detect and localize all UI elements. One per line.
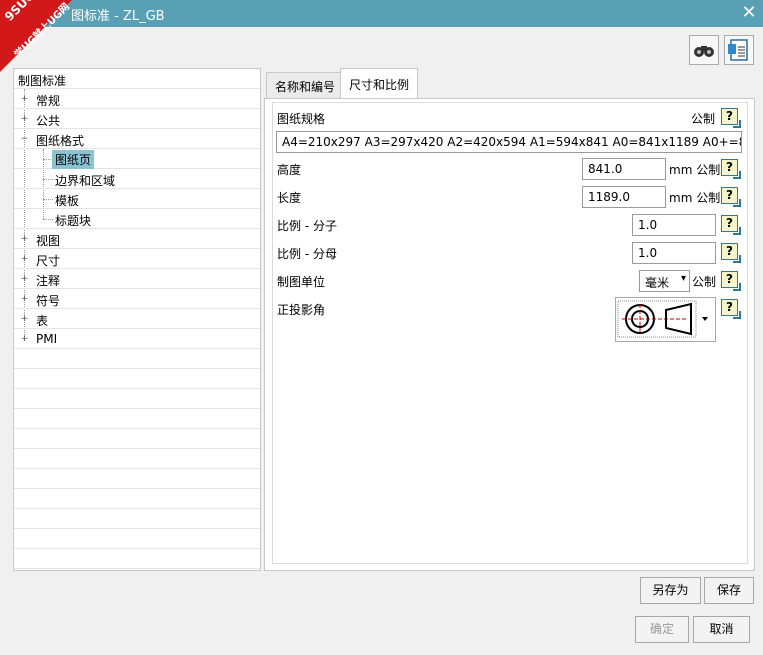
tree-item-label: 图纸格式: [36, 134, 85, 148]
sheet-spec-input[interactable]: A4=210x297 A3=297x420 A2=420x594 A1=594x…: [276, 131, 742, 153]
tree-item-symbol[interactable]: + 符号: [14, 289, 260, 309]
close-icon[interactable]: ✕: [738, 2, 760, 24]
tree-item-label: 常规: [36, 94, 61, 108]
expand-icon[interactable]: +: [20, 115, 29, 124]
tree-item-title-block[interactable]: 标题块: [14, 209, 260, 229]
help-icon[interactable]: ?: [721, 108, 741, 128]
tree-item-label: 表: [36, 314, 49, 328]
ok-button[interactable]: 确定: [635, 616, 689, 643]
tree-item-label: 视图: [36, 234, 61, 248]
tree-item-label: 边界和区域: [55, 174, 116, 188]
tree-empty-row: [14, 509, 260, 529]
sheet-spec-label: 图纸规格: [277, 112, 326, 126]
tree-empty-row: [14, 529, 260, 549]
tab-size-and-scale[interactable]: 尺寸和比例: [340, 68, 419, 100]
cancel-button[interactable]: 取消: [693, 616, 750, 643]
settings-group: 图纸规格 公制 ? A4=210x297 A3=297x420 A2=420x5…: [272, 102, 748, 564]
save-button[interactable]: 保存: [704, 577, 754, 604]
help-icon[interactable]: ?: [721, 299, 741, 319]
tree-empty-row: [14, 409, 260, 429]
dropdown-arrow-icon: ▾: [680, 273, 686, 284]
tree-item-label: 符号: [36, 294, 61, 308]
drawing-units-select[interactable]: 毫米 ▾: [639, 270, 690, 292]
binoculars-button[interactable]: [689, 35, 719, 65]
help-icon[interactable]: ?: [721, 187, 741, 207]
help-icon[interactable]: ?: [721, 271, 741, 291]
tree-item-template[interactable]: 模板: [14, 189, 260, 209]
standards-tree: 制图标准 + 常规 + 公共 − 图纸格式 图纸页 边界和区域 模板 标题块 +…: [13, 68, 261, 571]
help-icon[interactable]: ?: [721, 243, 741, 263]
tree-item-label: 标题块: [55, 214, 92, 228]
length-unit: mm 公制: [669, 191, 721, 205]
tree-item-label: 注释: [36, 274, 61, 288]
expand-icon[interactable]: +: [20, 255, 29, 264]
tree-item-common[interactable]: + 公共: [14, 109, 260, 129]
tree-item-pmi[interactable]: + PMI: [14, 329, 260, 349]
title-bar: 图标准 - ZL_GB ✕: [0, 0, 763, 27]
drawing-units-value: 毫米: [645, 276, 670, 290]
tree-item-borders-zones[interactable]: 边界和区域: [14, 169, 260, 189]
tree-empty-row: [14, 489, 260, 509]
watermark-badge: 9SUG 学UG就上UG网: [0, 0, 72, 72]
scale-denominator-label: 比例 - 分母: [277, 247, 337, 261]
collapse-icon[interactable]: −: [20, 135, 29, 144]
tree-item-dimension[interactable]: + 尺寸: [14, 249, 260, 269]
expand-icon[interactable]: +: [20, 295, 29, 304]
document-list-icon: [728, 39, 748, 61]
expand-icon[interactable]: +: [20, 335, 29, 344]
tree-item-table[interactable]: + 表: [14, 309, 260, 329]
tab-name-and-number[interactable]: 名称和编号: [266, 72, 345, 99]
tree-root-label: 制图标准: [18, 74, 67, 88]
expand-icon[interactable]: +: [20, 315, 29, 324]
tree-root[interactable]: 制图标准: [14, 69, 260, 89]
expand-icon[interactable]: +: [20, 235, 29, 244]
scale-numerator-input[interactable]: 1.0: [632, 214, 716, 236]
tree-empty-row: [14, 369, 260, 389]
tree-item-sheet-page[interactable]: 图纸页: [14, 149, 260, 169]
tree-item-label: PMI: [36, 332, 58, 346]
height-input[interactable]: 841.0: [582, 158, 666, 180]
window-title: 图标准 - ZL_GB: [71, 9, 165, 24]
tree-item-annotation[interactable]: + 注释: [14, 269, 260, 289]
tree-empty-row: [14, 549, 260, 569]
length-input[interactable]: 1189.0: [582, 186, 666, 208]
projection-angle-select[interactable]: [615, 297, 716, 342]
tree-empty-row: [14, 449, 260, 469]
tree-empty-row: [14, 429, 260, 449]
tree-item-label: 模板: [55, 194, 80, 208]
expand-icon[interactable]: +: [20, 95, 29, 104]
height-unit: mm 公制: [669, 163, 721, 177]
first-angle-projection-icon: [617, 300, 708, 338]
height-label: 高度: [277, 163, 302, 177]
binoculars-icon: [694, 46, 714, 57]
dialog-window: 图标准 - ZL_GB ✕ 9SUG 学UG就上UG网 制图标准 + 常规 + …: [0, 0, 763, 655]
drawing-units-unit: 公制: [692, 275, 717, 289]
sheet-spec-unit: 公制: [691, 112, 716, 126]
tree-empty-row: [14, 349, 260, 369]
help-icon[interactable]: ?: [721, 215, 741, 235]
tree-item-label: 尺寸: [36, 254, 61, 268]
length-label: 长度: [277, 191, 302, 205]
projection-angle-label: 正投影角: [277, 303, 326, 317]
help-icon[interactable]: ?: [721, 159, 741, 179]
tree-item-general[interactable]: + 常规: [14, 89, 260, 109]
scale-denominator-input[interactable]: 1.0: [632, 242, 716, 264]
drawing-units-label: 制图单位: [277, 275, 326, 289]
tree-item-label: 图纸页: [52, 150, 95, 169]
tree-empty-row: [14, 469, 260, 489]
tab-panel: 图纸规格 公制 ? A4=210x297 A3=297x420 A2=420x5…: [264, 98, 755, 571]
document-list-button[interactable]: [724, 35, 754, 65]
tree-item-label: 公共: [36, 114, 61, 128]
scale-numerator-label: 比例 - 分子: [277, 219, 337, 233]
tree-item-view[interactable]: + 视图: [14, 229, 260, 249]
expand-icon[interactable]: +: [20, 275, 29, 284]
tree-item-sheet-format[interactable]: − 图纸格式: [14, 129, 260, 149]
save-as-button[interactable]: 另存为: [640, 577, 701, 604]
tree-empty-row: [14, 389, 260, 409]
